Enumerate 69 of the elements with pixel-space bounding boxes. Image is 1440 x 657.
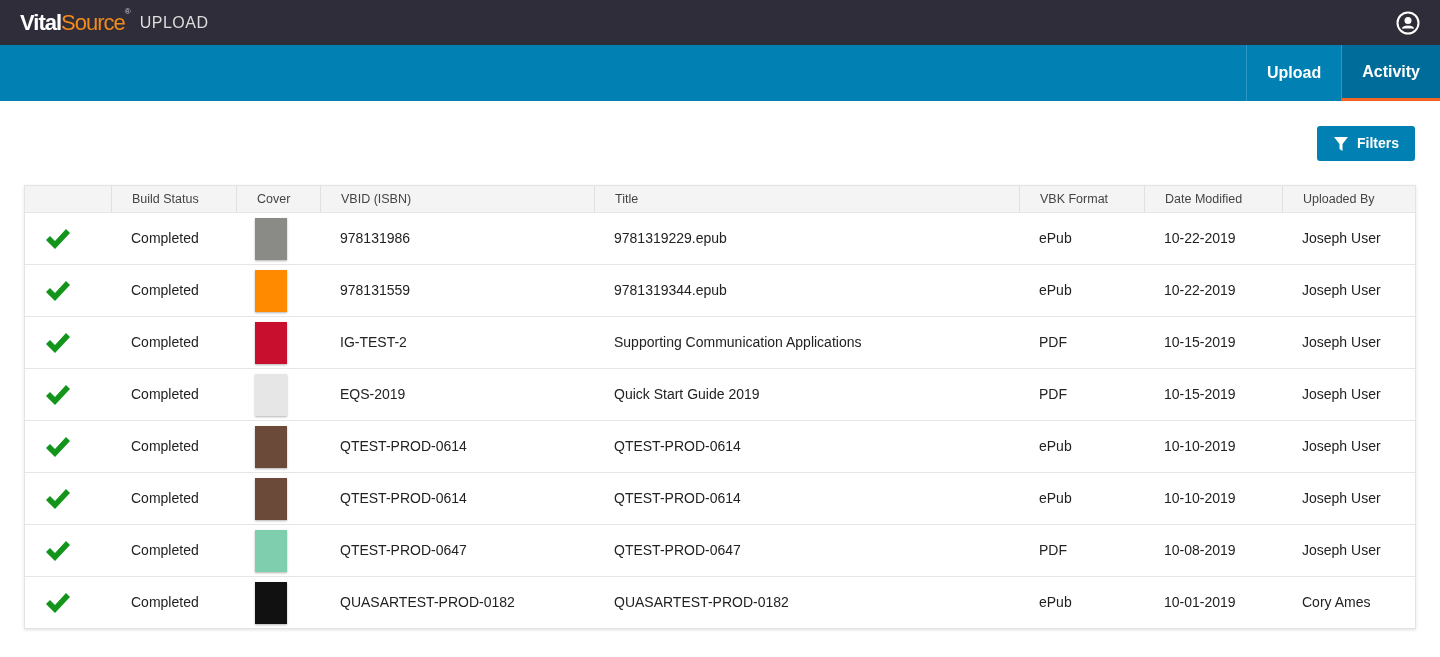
table-cell: Completed bbox=[111, 368, 236, 420]
table-cell: 10-22-2019 bbox=[1144, 212, 1282, 264]
table-cell: 10-15-2019 bbox=[1144, 316, 1282, 368]
table-cell: Completed bbox=[111, 420, 236, 472]
table-cell: 10-08-2019 bbox=[1144, 524, 1282, 576]
table-cell: PDF bbox=[1019, 316, 1144, 368]
column-header: Uploaded By bbox=[1282, 186, 1415, 212]
table-cell: PDF bbox=[1019, 368, 1144, 420]
check-icon bbox=[45, 539, 71, 562]
table-cell: 10-22-2019 bbox=[1144, 264, 1282, 316]
table-cell: Completed bbox=[111, 524, 236, 576]
table-cell: QTEST-PROD-0614 bbox=[320, 472, 594, 524]
table-cell: Completed bbox=[111, 212, 236, 264]
table-cell: Completed bbox=[111, 472, 236, 524]
table-cell: Quick Start Guide 2019 bbox=[594, 368, 1019, 420]
nav-tab[interactable]: Activity bbox=[1341, 45, 1440, 101]
table-cell: QUASARTEST-PROD-0182 bbox=[320, 576, 594, 628]
check-icon bbox=[45, 435, 71, 458]
filters-button[interactable]: Filters bbox=[1317, 126, 1415, 161]
table-cell: QUASARTEST-PROD-0182 bbox=[594, 576, 1019, 628]
table-cell: QTEST-PROD-0647 bbox=[594, 524, 1019, 576]
table-cell: 10-10-2019 bbox=[1144, 472, 1282, 524]
table-cell: Joseph User bbox=[1282, 420, 1415, 472]
table-cell: PDF bbox=[1019, 524, 1144, 576]
product-name: UPLOAD bbox=[139, 12, 209, 33]
table-cell: QTEST-PROD-0614 bbox=[594, 472, 1019, 524]
check-icon bbox=[45, 487, 71, 510]
table-cell: Joseph User bbox=[1282, 472, 1415, 524]
table-cell: 978131986 bbox=[320, 212, 594, 264]
table-cell: 10-01-2019 bbox=[1144, 576, 1282, 628]
check-icon bbox=[45, 279, 71, 302]
table-cell: 10-15-2019 bbox=[1144, 368, 1282, 420]
logo: VitalSource® bbox=[20, 6, 130, 37]
check-icon bbox=[45, 383, 71, 406]
column-header: Cover bbox=[236, 186, 320, 212]
check-icon bbox=[45, 227, 71, 250]
column-header: Build Status bbox=[111, 186, 236, 212]
table-cell: Cory Ames bbox=[1282, 576, 1415, 628]
table-cell: 978131559 bbox=[320, 264, 594, 316]
table-cell: IG-TEST-2 bbox=[320, 316, 594, 368]
table-cell: Completed bbox=[111, 264, 236, 316]
table-cell: Joseph User bbox=[1282, 368, 1415, 420]
table-cell: Joseph User bbox=[1282, 524, 1415, 576]
user-account-icon[interactable] bbox=[1396, 10, 1420, 35]
table-cell: 9781319344.epub bbox=[594, 264, 1019, 316]
filter-icon bbox=[1333, 135, 1349, 152]
table-cell: Completed bbox=[111, 316, 236, 368]
table-cell: ePub bbox=[1019, 264, 1144, 316]
table-cell: Joseph User bbox=[1282, 264, 1415, 316]
table-cell: QTEST-PROD-0647 bbox=[320, 524, 594, 576]
table-cell: ePub bbox=[1019, 472, 1144, 524]
table-cell: ePub bbox=[1019, 576, 1144, 628]
table-cell: 9781319229.epub bbox=[594, 212, 1019, 264]
table-cell: EQS-2019 bbox=[320, 368, 594, 420]
table-cell: ePub bbox=[1019, 420, 1144, 472]
table-cell: Joseph User bbox=[1282, 212, 1415, 264]
column-header: Date Modified bbox=[1144, 186, 1282, 212]
table-cell: Supporting Communication Applications bbox=[594, 316, 1019, 368]
table-cell: QTEST-PROD-0614 bbox=[320, 420, 594, 472]
column-header: VBID (ISBN) bbox=[320, 186, 594, 212]
table-cell: 10-10-2019 bbox=[1144, 420, 1282, 472]
table-cell: Joseph User bbox=[1282, 316, 1415, 368]
column-header: VBK Format bbox=[1019, 186, 1144, 212]
table-cell: QTEST-PROD-0614 bbox=[594, 420, 1019, 472]
check-icon bbox=[45, 591, 71, 614]
table-cell: Completed bbox=[111, 576, 236, 628]
column-header: Title bbox=[594, 186, 1019, 212]
table-cell: ePub bbox=[1019, 212, 1144, 264]
check-icon bbox=[45, 331, 71, 354]
